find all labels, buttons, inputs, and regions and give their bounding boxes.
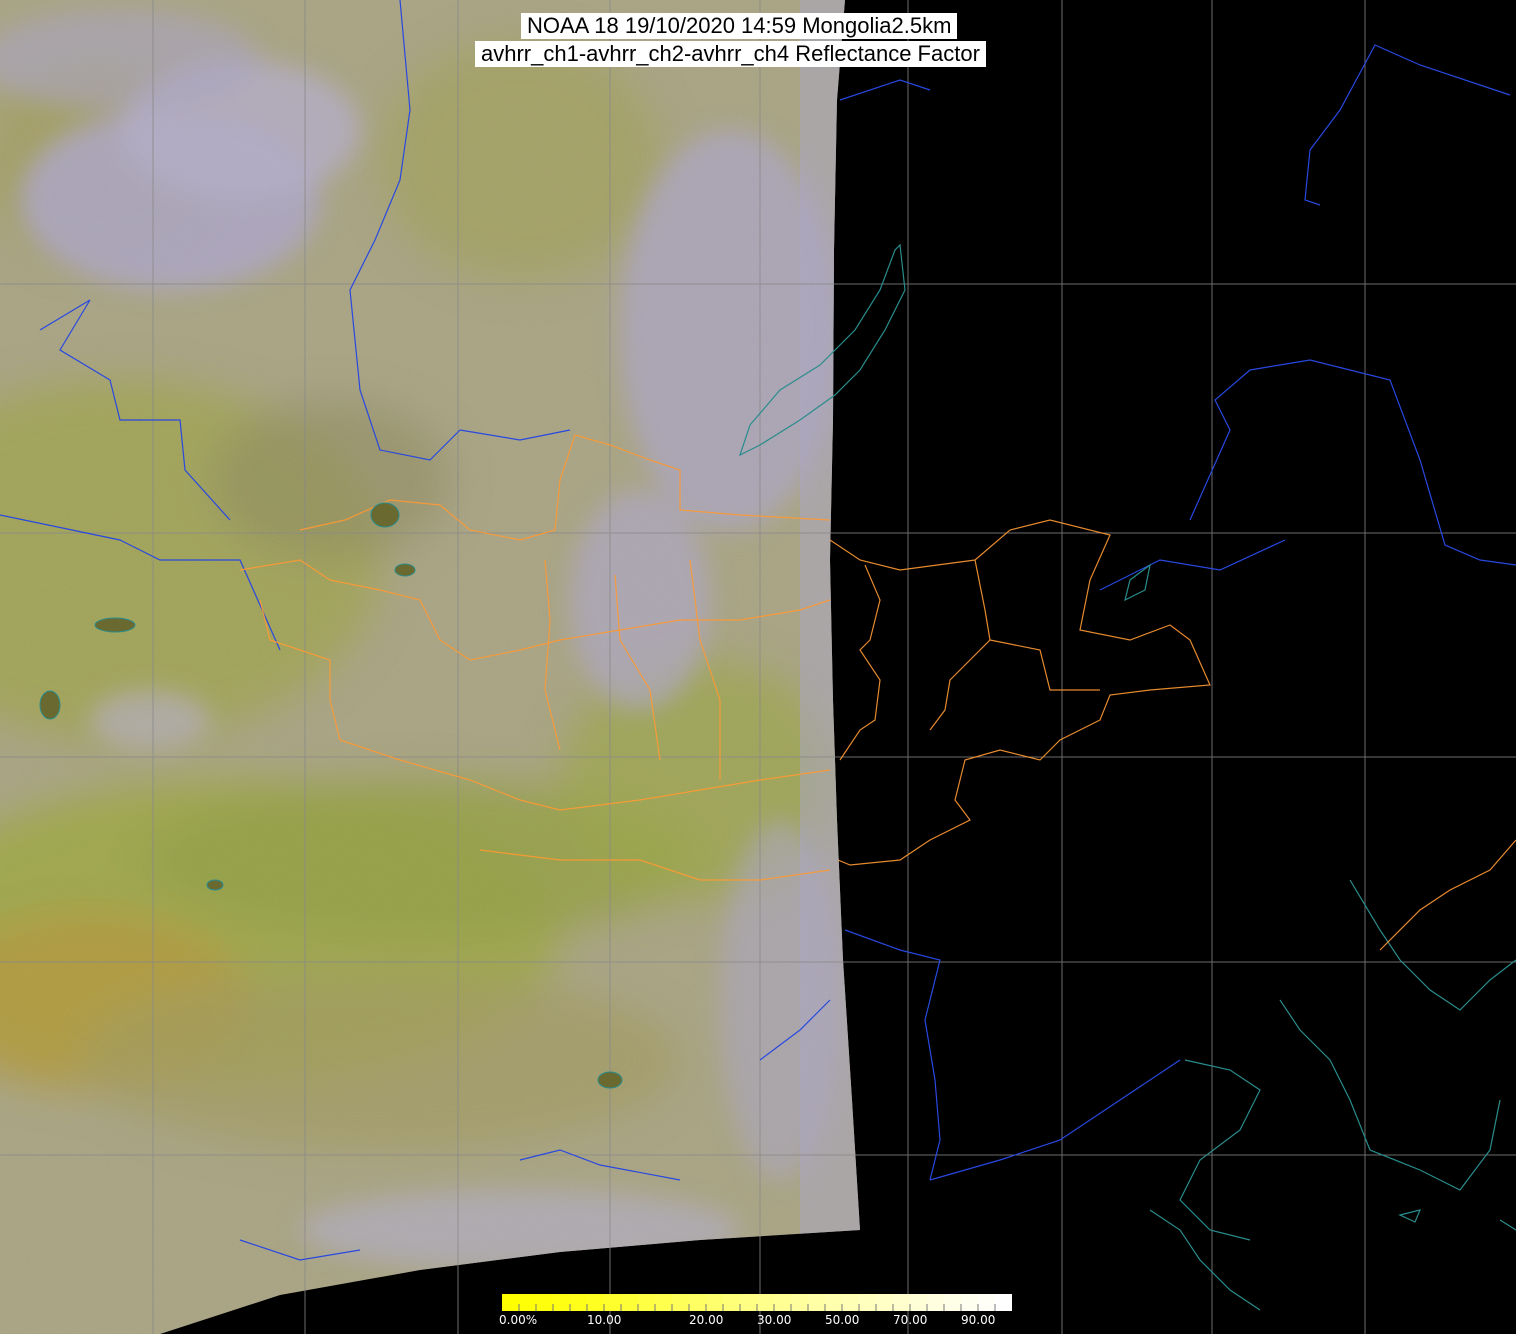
colorbar-label: 90.00: [961, 1313, 996, 1327]
colorbar-segment: [927, 1294, 945, 1311]
colorbar-segment: [706, 1294, 724, 1311]
colorbar-segment: [689, 1294, 707, 1311]
colorbar-label: 0.00%: [499, 1313, 538, 1327]
colorbar-segment: [961, 1294, 979, 1311]
map-title-line-2: avhrr_ch1-avhrr_ch2-avhrr_ch4 Reflectanc…: [475, 41, 986, 67]
colorbar-segment: [519, 1294, 537, 1311]
colorbar-segment: [825, 1294, 843, 1311]
colorbar-label: 70.00: [893, 1313, 928, 1327]
colorbar-segment: [893, 1294, 911, 1311]
colorbar-label: 20.00: [689, 1313, 724, 1327]
colorbar-segment: [604, 1294, 622, 1311]
satellite-swath: [0, 0, 860, 1334]
colorbar-segment: [910, 1294, 928, 1311]
colorbar: [502, 1294, 1012, 1311]
colorbar-segment: [757, 1294, 775, 1311]
colorbar-segment: [502, 1294, 520, 1311]
colorbar-label: 10.00: [587, 1313, 622, 1327]
map-title-line-1: NOAA 18 19/10/2020 14:59 Mongolia2.5km: [521, 13, 958, 39]
colorbar-segment: [638, 1294, 656, 1311]
colorbar-segment: [876, 1294, 894, 1311]
colorbar-segment: [621, 1294, 639, 1311]
colorbar-segment: [995, 1294, 1012, 1311]
colorbar-label: 30.00: [757, 1313, 792, 1327]
colorbar-label: 50.00: [825, 1313, 860, 1327]
colorbar-segment: [553, 1294, 571, 1311]
colorbar-segment: [723, 1294, 741, 1311]
colorbar-segment: [842, 1294, 860, 1311]
colorbar-segment: [655, 1294, 673, 1311]
colorbar-segment: [570, 1294, 588, 1311]
colorbar-segment: [978, 1294, 996, 1311]
colorbar-segment: [536, 1294, 554, 1311]
colorbar-segment: [774, 1294, 792, 1311]
colorbar-segment: [808, 1294, 826, 1311]
colorbar-segment: [791, 1294, 809, 1311]
colorbar-segment: [672, 1294, 690, 1311]
colorbar-segment: [587, 1294, 605, 1311]
colorbar-segment: [859, 1294, 877, 1311]
colorbar-segment: [944, 1294, 962, 1311]
colorbar-segment: [740, 1294, 758, 1311]
satellite-map: [0, 0, 1516, 1334]
